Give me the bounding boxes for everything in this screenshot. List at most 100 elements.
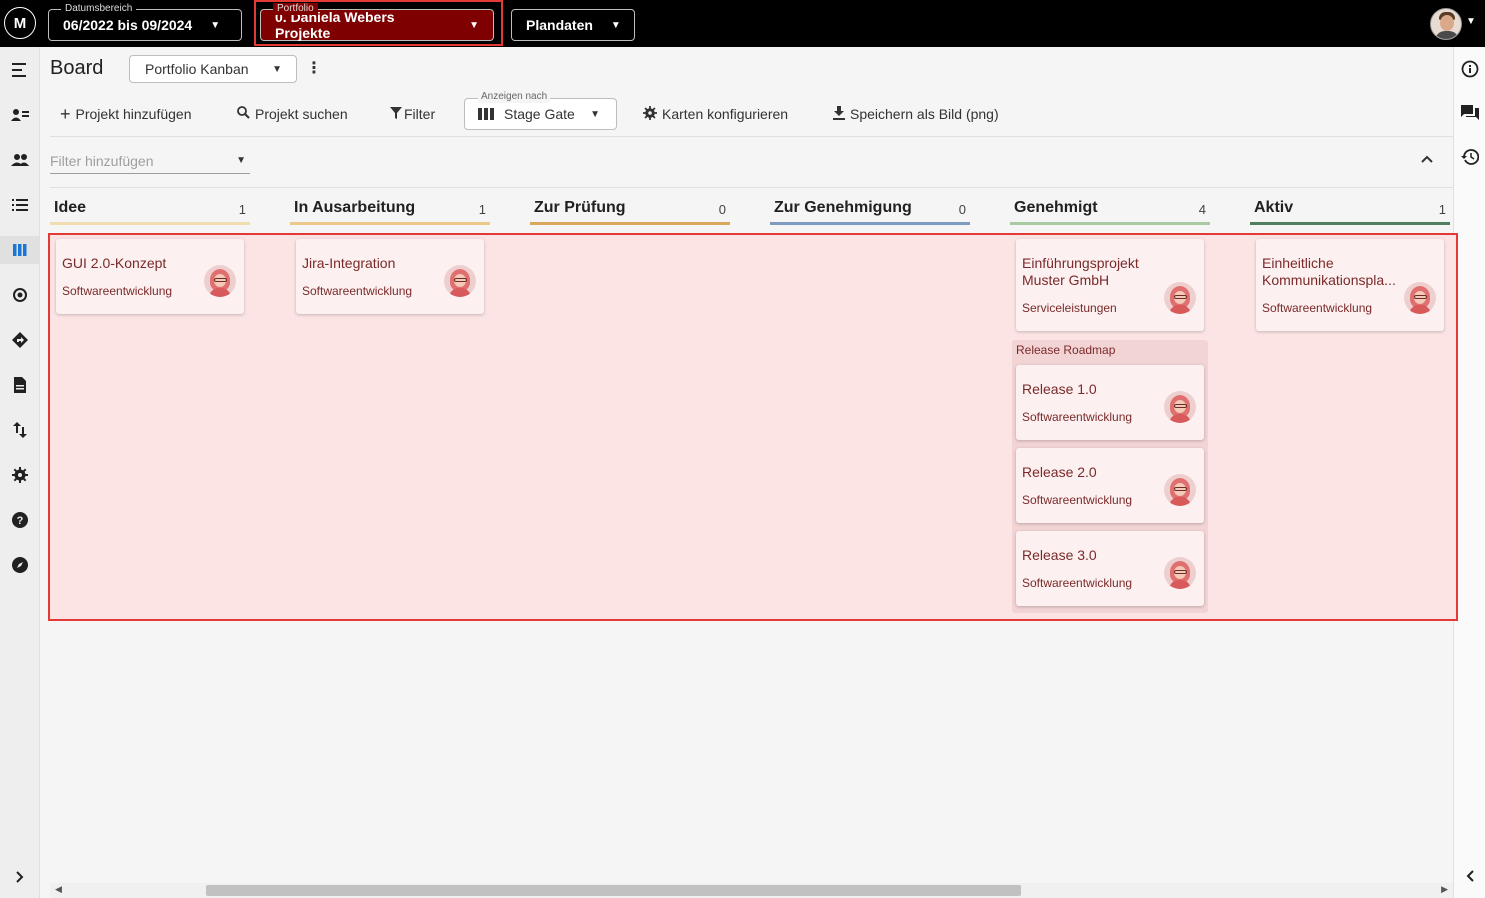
- portfolio-select[interactable]: Portfolio 0. Daniela Webers Projekte ▼: [260, 3, 494, 41]
- card-subtitle: Softwareentwicklung: [62, 284, 173, 298]
- history-icon[interactable]: [1459, 146, 1481, 168]
- plandata-select[interactable]: Plandaten ▼: [511, 9, 635, 41]
- scroll-right-icon[interactable]: ▶: [1441, 884, 1448, 895]
- filter-button[interactable]: Filter: [390, 97, 435, 131]
- avatar: [1404, 282, 1436, 314]
- roadmap-icon[interactable]: [8, 328, 32, 352]
- avatar: [444, 265, 476, 297]
- column-header-aktiv: Aktiv 1: [1250, 197, 1450, 225]
- save-image-button[interactable]: Speichern als Bild (png): [833, 97, 999, 131]
- card-subtitle: Softwareentwicklung: [1022, 576, 1133, 590]
- view-select-value: Portfolio Kanban: [145, 61, 249, 77]
- card-title: Jira-Integration: [302, 255, 396, 271]
- card-title: Release 1.0: [1022, 381, 1097, 397]
- date-range-select[interactable]: Datumsbereich 06/2022 bis 09/2024 ▼: [48, 3, 242, 41]
- show-by-value: Stage Gate: [504, 106, 575, 122]
- divider: [50, 136, 1453, 137]
- search-icon: [237, 106, 250, 122]
- chevron-down-icon: ▼: [272, 63, 282, 75]
- divider: [50, 187, 1453, 188]
- user-list-icon[interactable]: [8, 103, 32, 127]
- project-card[interactable]: Release 1.0 Softwareentwicklung: [1016, 365, 1204, 440]
- card-title: Release 2.0: [1022, 464, 1097, 480]
- chevron-down-icon: ▼: [210, 19, 221, 31]
- card-title: Release 3.0: [1022, 547, 1097, 563]
- column-header-genehmigt: Genehmigt 4: [1010, 197, 1210, 225]
- avatar: [1164, 474, 1196, 506]
- compass-icon[interactable]: [8, 553, 32, 577]
- card-subtitle: Serviceleistungen: [1022, 301, 1117, 315]
- settings-icon[interactable]: [8, 463, 32, 487]
- card-subtitle: Softwareentwicklung: [1022, 493, 1133, 507]
- card-subtitle: Softwareentwicklung: [1022, 410, 1133, 424]
- add-filter-placeholder: Filter hinzufügen: [50, 152, 154, 169]
- card-subtitle: Softwareentwicklung: [1262, 301, 1373, 315]
- toolbar: + Projekt hinzufügen Projekt suchen Filt…: [50, 91, 1453, 131]
- column-header-pruefung: Zur Prüfung 0: [530, 197, 730, 225]
- project-card[interactable]: GUI 2.0-Konzept Softwareentwicklung: [56, 239, 244, 314]
- chevron-down-icon: ▼: [236, 155, 246, 166]
- plus-icon: +: [60, 103, 71, 124]
- filter-icon: [390, 106, 402, 122]
- svg-text:?: ?: [17, 515, 24, 527]
- more-options-icon[interactable]: ⋮: [306, 58, 322, 80]
- column-header-genehmigung: Zur Genehmigung 0: [770, 197, 970, 225]
- project-card[interactable]: Einführungsprojekt Muster GmbH Servicele…: [1016, 239, 1204, 331]
- column-header-ausarbeitung: In Ausarbeitung 1: [290, 197, 490, 225]
- show-by-label: Anzeigen nach: [478, 91, 551, 103]
- date-range-label: Datumsbereich: [61, 3, 137, 15]
- column-header-idee: Idee 1: [50, 197, 250, 225]
- app-logo-icon[interactable]: M: [4, 7, 36, 39]
- configure-cards-button[interactable]: Karten konfigurieren: [643, 97, 788, 131]
- board-icon[interactable]: [0, 236, 40, 264]
- gear-icon: [643, 105, 657, 123]
- card-title: GUI 2.0-Konzept: [62, 255, 167, 271]
- list-icon[interactable]: [8, 193, 32, 217]
- horizontal-scrollbar[interactable]: ◀ ▶: [50, 883, 1453, 898]
- info-icon[interactable]: [1459, 58, 1481, 80]
- view-select[interactable]: Portfolio Kanban ▼: [129, 55, 297, 83]
- user-menu-chevron-icon[interactable]: ▼: [1466, 16, 1476, 27]
- portfolio-label: Portfolio: [273, 3, 318, 15]
- download-icon: [833, 105, 845, 123]
- show-by-select[interactable]: Anzeigen nach Stage Gate ▼: [464, 91, 617, 130]
- menu-open-icon[interactable]: [8, 58, 32, 82]
- card-title: Einheitliche Kommunikationspla...: [1262, 255, 1396, 288]
- expand-icon[interactable]: [8, 865, 32, 889]
- people-icon[interactable]: [8, 148, 32, 172]
- user-avatar[interactable]: [1430, 8, 1462, 40]
- search-project-button[interactable]: Projekt suchen: [237, 97, 348, 131]
- avatar: [1164, 557, 1196, 589]
- project-card[interactable]: Einheitliche Kommunikationspla... Softwa…: [1256, 239, 1444, 331]
- top-bar: M Datumsbereich 06/2022 bis 09/2024 ▼ Po…: [0, 0, 1485, 47]
- columns-icon: [478, 108, 494, 120]
- project-card[interactable]: Jira-Integration Softwareentwicklung: [296, 239, 484, 314]
- card-title: Einführungsprojekt Muster GmbH: [1022, 255, 1139, 288]
- chevron-down-icon: ▼: [590, 108, 600, 120]
- chevron-up-icon[interactable]: [1421, 152, 1433, 166]
- card-subtitle: Softwareentwicklung: [302, 284, 413, 298]
- project-card[interactable]: Release 3.0 Softwareentwicklung: [1016, 531, 1204, 606]
- collapse-left-icon[interactable]: [1459, 865, 1481, 887]
- page-title: Board: [50, 57, 104, 79]
- group-title: Release Roadmap: [1016, 343, 1116, 357]
- plandata-value: Plandaten: [526, 17, 593, 33]
- add-project-button[interactable]: + Projekt hinzufügen: [60, 97, 191, 131]
- left-sidebar: ?: [0, 47, 40, 898]
- chevron-down-icon: ▼: [469, 19, 479, 31]
- help-icon[interactable]: ?: [8, 508, 32, 532]
- add-filter-input[interactable]: Filter hinzufügen ▼: [50, 148, 250, 174]
- document-icon[interactable]: [8, 373, 32, 397]
- date-range-value: 06/2022 bis 09/2024: [63, 17, 193, 33]
- board-area-highlight: [48, 233, 1458, 621]
- scroll-left-icon[interactable]: ◀: [55, 884, 62, 895]
- project-card[interactable]: Release 2.0 Softwareentwicklung: [1016, 448, 1204, 523]
- avatar: [1164, 391, 1196, 423]
- scrollbar-thumb[interactable]: [206, 885, 1021, 896]
- target-icon[interactable]: [8, 283, 32, 307]
- chevron-down-icon: ▼: [610, 19, 621, 31]
- avatar: [1164, 282, 1196, 314]
- avatar: [204, 265, 236, 297]
- transfer-icon[interactable]: [8, 418, 32, 442]
- chat-icon[interactable]: [1459, 102, 1481, 124]
